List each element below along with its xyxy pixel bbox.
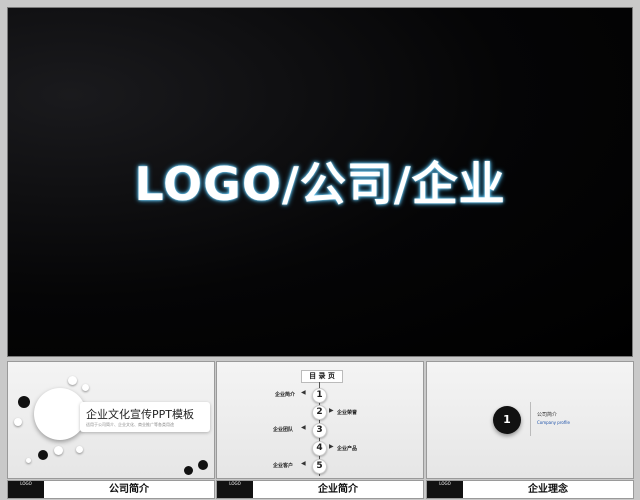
thumbnail-subtitle: 适用于公司简介、企业文化、商业推广等各类用途 (86, 422, 174, 427)
logo-block: LOGO (427, 481, 463, 498)
toc-step-label: 企业团队 (273, 427, 294, 433)
toc-step-label: 企业荣誉 (337, 410, 358, 416)
toc-step-number: 1 (312, 388, 327, 403)
thumbnail-3-caption-bar[interactable]: LOGO 企业理念 (426, 480, 634, 499)
main-slide[interactable]: LOGO/公司/企业 (7, 7, 633, 357)
thumbnail-1[interactable]: 企业文化宣传PPT模板 适用于公司简介、企业文化、商业推广等各类用途 (7, 361, 215, 479)
decorative-disc (34, 388, 86, 440)
thumbnail-3[interactable]: 1 公司简介 Company profile (426, 361, 634, 479)
logo-block: LOGO (8, 481, 44, 498)
thumbnail-1-caption-bar[interactable]: LOGO 公司简介 (7, 480, 215, 499)
toc-step-label: 企业客户 (273, 463, 294, 469)
decorative-disc (18, 396, 30, 408)
caption-label: 公司简介 (109, 484, 149, 495)
decorative-disc (184, 466, 193, 475)
decorative-disc (38, 450, 48, 460)
toc-step-label: 企业简介 (275, 392, 296, 398)
caption-label: 企业理念 (528, 484, 568, 495)
toc-step-number: 3 (312, 423, 327, 438)
toc-step-label: 企业产品 (337, 446, 358, 452)
decorative-disc (14, 418, 22, 426)
logo-text: LOGO (439, 481, 451, 486)
decorative-disc (82, 384, 89, 391)
decorative-disc (26, 458, 31, 463)
toc-step-number: 2 (312, 405, 327, 420)
thumbnail-2-caption-bar[interactable]: LOGO 企业简介 (216, 480, 424, 499)
decorative-disc (76, 446, 83, 453)
decorative-disc (54, 446, 63, 455)
divider (530, 402, 531, 436)
logo-text: LOGO (20, 481, 32, 486)
decorative-disc (198, 460, 208, 470)
toc-step-number: 4 (312, 441, 327, 456)
logo-text: LOGO (229, 481, 241, 486)
section-label: 公司简介 (537, 412, 558, 418)
arrow-left-icon: ◀ (301, 389, 306, 396)
thumbnail-title-card: 企业文化宣传PPT模板 适用于公司简介、企业文化、商业推广等各类用途 (80, 402, 210, 432)
toc-step-number: 5 (312, 459, 327, 474)
slide-title: LOGO/公司/企业 (134, 157, 506, 211)
slide-thumbnail-strip: 企业文化宣传PPT模板 适用于公司简介、企业文化、商业推广等各类用途 LOGO … (0, 359, 640, 500)
toc-header: 目 录 页 (301, 370, 343, 383)
section-sublabel: Company profile (537, 420, 570, 425)
thumbnail-2[interactable]: 目 录 页 企业简介 ◀ 1 2 ▶ 企业荣誉 企业团队 ◀ 3 4 ▶ 企业产… (216, 361, 424, 479)
arrow-left-icon: ◀ (301, 460, 306, 467)
section-number: 1 (493, 406, 521, 434)
logo-block: LOGO (217, 481, 253, 498)
decorative-disc (68, 376, 77, 385)
arrow-left-icon: ◀ (301, 424, 306, 431)
arrow-right-icon: ▶ (329, 407, 334, 414)
arrow-right-icon: ▶ (329, 443, 334, 450)
caption-label: 企业简介 (318, 484, 358, 495)
thumbnail-title: 企业文化宣传PPT模板 (86, 408, 194, 421)
